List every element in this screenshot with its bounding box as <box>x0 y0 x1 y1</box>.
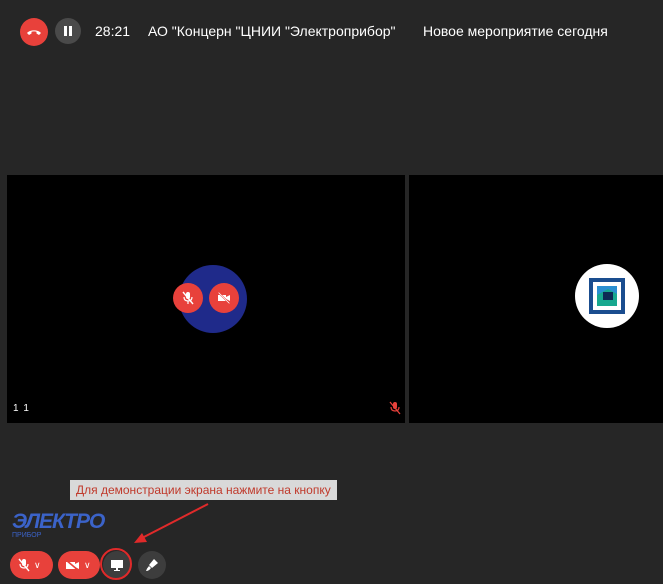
organization-name: АО "Концерн "ЦНИИ "Электроприбор" <box>148 23 396 39</box>
logo-text-bottom: ПРИБОР <box>12 532 42 539</box>
camera-off-icon <box>217 291 231 305</box>
brush-icon <box>146 559 158 571</box>
meeting-header: 28:21 АО "Концерн "ЦНИИ "Электроприбор" … <box>0 0 663 62</box>
screen-share-hint: Для демонстрации экрана нажмите на кнопк… <box>70 480 337 500</box>
participant-tile[interactable]: 1 1 <box>7 175 405 423</box>
camera-toggle[interactable]: ∨ <box>58 551 100 579</box>
mic-off-icon <box>389 401 401 415</box>
organization-logo-icon <box>589 278 625 314</box>
participant-camera-status <box>209 283 239 313</box>
call-timer: 28:21 <box>95 23 131 39</box>
participant-tile[interactable] <box>409 175 663 423</box>
participant-mic-status <box>173 283 203 313</box>
mic-off-icon <box>182 291 194 305</box>
participant-name: 1 1 <box>13 403 30 414</box>
avatar <box>575 264 639 328</box>
phone-hangup-icon <box>27 30 41 35</box>
pause-icon <box>64 26 72 36</box>
mic-off-icon <box>18 558 30 572</box>
camera-off-icon <box>65 558 80 572</box>
highlight-ring <box>100 548 132 580</box>
pause-button[interactable] <box>55 18 81 44</box>
chevron-down-icon[interactable]: ∨ <box>84 560 91 571</box>
brush-button[interactable] <box>138 551 166 579</box>
hint-arrow <box>134 503 209 543</box>
microphone-toggle[interactable]: ∨ <box>10 551 53 579</box>
hangup-button[interactable] <box>20 18 48 46</box>
participant-mute-indicator <box>389 401 401 415</box>
event-title: Новое мероприятие сегодня <box>423 23 608 39</box>
electropribor-logo: ЭЛЕКТРО ПРИБОР <box>12 510 105 540</box>
logo-text-top: ЭЛЕКТРО <box>12 510 105 533</box>
chevron-down-icon[interactable]: ∨ <box>34 560 41 571</box>
